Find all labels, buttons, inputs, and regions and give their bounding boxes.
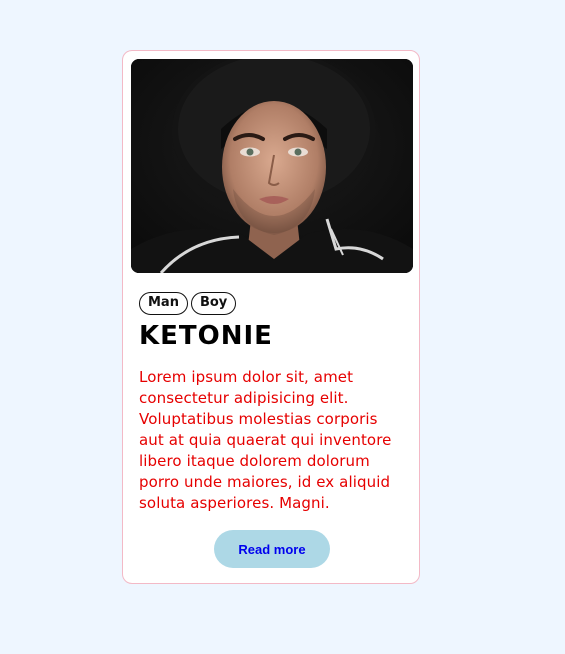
profile-card: Man Boy KETONIE Lorem ipsum dolor sit, a… [122, 50, 420, 584]
profile-name: KETONIE [139, 321, 273, 351]
profile-description: Lorem ipsum dolor sit, amet consectetur … [139, 368, 392, 512]
tag-man: Man [139, 292, 188, 315]
tag-list: Man Boy [139, 292, 237, 315]
profile-photo [131, 59, 413, 273]
read-more-button[interactable]: Read more [214, 530, 330, 568]
tag-boy: Boy [190, 292, 237, 315]
